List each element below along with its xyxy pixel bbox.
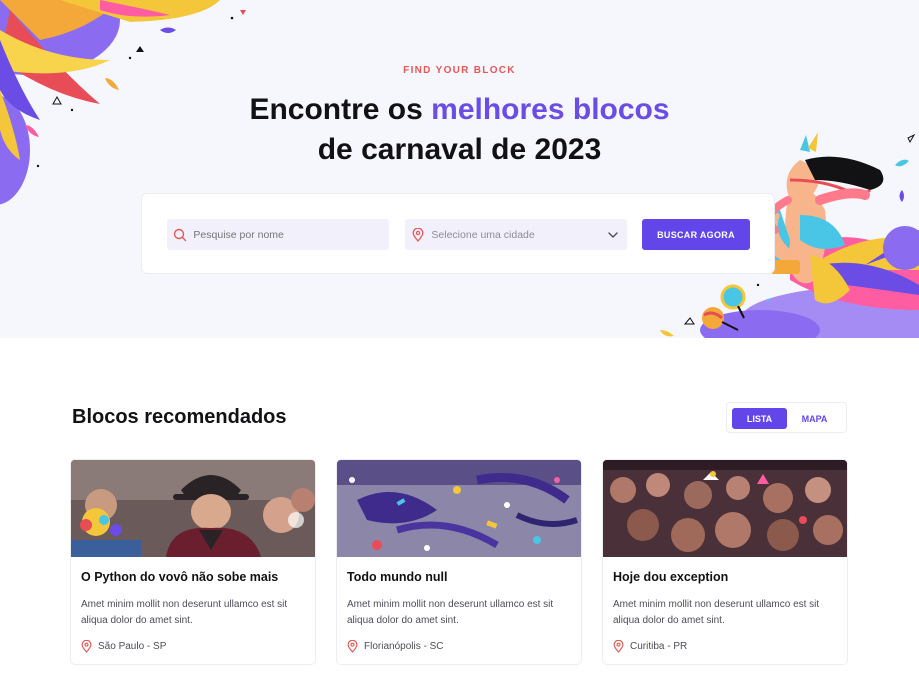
block-card-photo	[337, 460, 581, 557]
block-card-location-text: Florianópolis - SC	[364, 641, 444, 652]
search-name-field[interactable]	[167, 219, 389, 250]
block-card[interactable]: Hoje dou exception Amet minim mollit non…	[602, 459, 848, 665]
hero-title-part2: de carnaval de 2023	[317, 133, 602, 166]
block-card-photo	[603, 460, 847, 557]
view-toggle-list[interactable]: LISTA	[732, 408, 787, 429]
city-select[interactable]: Selecione uma cidade	[405, 219, 627, 250]
block-card-location: São Paulo - SP	[81, 640, 166, 653]
block-card-title: Hoje dou exception	[613, 570, 729, 584]
map-pin-icon	[613, 640, 624, 653]
map-pin-icon	[81, 640, 92, 653]
city-select-placeholder: Selecione uma cidade	[431, 228, 535, 241]
recommended-section-title: Blocos recomendados	[72, 406, 287, 428]
hero-section: FIND YOUR BLOCK Encontre os melhores blo…	[0, 0, 919, 338]
hero-title-part1: Encontre os	[249, 93, 432, 126]
block-card-location: Florianópolis - SC	[347, 640, 443, 653]
view-toggle-map[interactable]: MAPA	[787, 408, 842, 429]
block-card-location-text: São Paulo - SP	[98, 641, 167, 652]
block-card-description: Amet minim mollit non deserunt ullamco e…	[613, 599, 820, 626]
block-card-description: Amet minim mollit non deserunt ullamco e…	[347, 599, 554, 626]
block-card-description: Amet minim mollit non deserunt ullamco e…	[81, 599, 288, 626]
hero-title: Encontre os melhores blocos de carnaval …	[0, 90, 919, 170]
search-submit-button[interactable]: BUSCAR AGORA	[642, 219, 750, 250]
map-pin-icon	[347, 640, 358, 653]
block-card-title: Todo mundo null	[347, 570, 448, 584]
hero-title-accent: melhores blocos	[431, 93, 670, 126]
block-card-title: O Python do vovô não sobe mais	[81, 570, 279, 584]
block-card-location: Curitiba - PR	[613, 640, 687, 653]
map-pin-icon	[405, 227, 431, 242]
chevron-down-icon	[607, 228, 619, 246]
block-card-location-text: Curitiba - PR	[630, 641, 688, 652]
hero-eyebrow: FIND YOUR BLOCK	[403, 65, 516, 76]
block-card[interactable]: O Python do vovô não sobe mais Amet mini…	[70, 459, 316, 665]
view-toggle: LISTA MAPA	[726, 402, 847, 433]
block-card-photo	[71, 460, 315, 557]
search-name-input[interactable]	[193, 228, 389, 241]
search-panel: Selecione uma cidade BUSCAR AGORA	[141, 193, 775, 274]
block-card[interactable]: Todo mundo null Amet minim mollit non de…	[336, 459, 582, 665]
search-icon	[167, 228, 193, 242]
